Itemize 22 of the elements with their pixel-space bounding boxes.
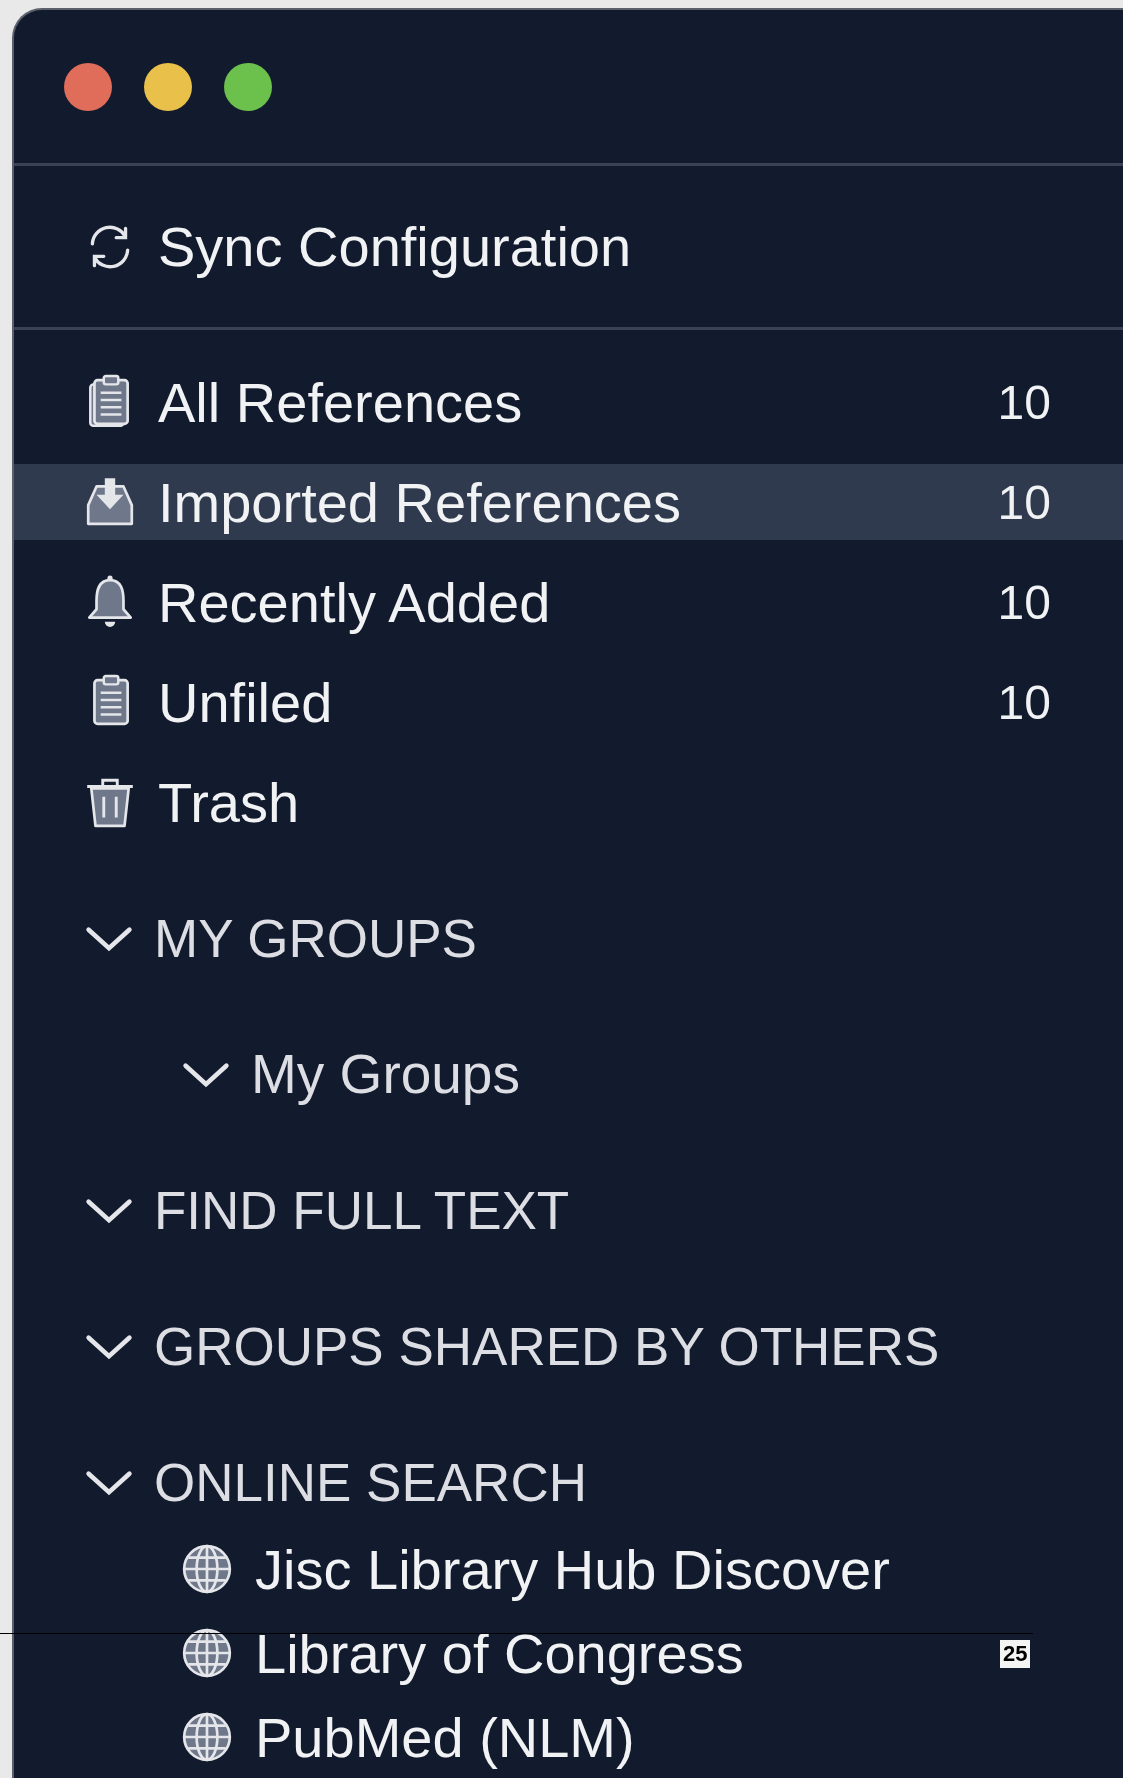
sidebar-item[interactable]: Unfiled 10 xyxy=(14,664,1123,740)
sidebar-item[interactable]: Imported References 10 xyxy=(14,464,1123,540)
sync-item[interactable]: Sync Configuration xyxy=(14,208,704,285)
group-item[interactable]: My Groups xyxy=(14,1036,592,1112)
item-count: 10 xyxy=(997,574,1051,630)
sidebar-item[interactable]: Trash xyxy=(14,764,1123,840)
sidebar-item[interactable]: Recently Added 10 xyxy=(14,564,1123,640)
search-source-item[interactable]: PubMed (NLM) xyxy=(179,1702,645,1772)
section-header[interactable]: FIND FULL TEXT xyxy=(14,1172,1123,1248)
window-control[interactable] xyxy=(64,62,112,111)
item-count: 10 xyxy=(997,674,1051,730)
section-header[interactable]: MY GROUPS xyxy=(14,900,1123,976)
window-control[interactable] xyxy=(224,62,272,111)
search-source-item[interactable]: Library of Congress xyxy=(179,1618,754,1688)
item-count: 10 xyxy=(997,374,1051,430)
page-number: 25 xyxy=(1000,1640,1031,1668)
section-header[interactable]: GROUPS SHARED BY OTHERS xyxy=(14,1308,1123,1384)
section-header[interactable]: ONLINE SEARCH xyxy=(14,1444,1123,1520)
search-source-item[interactable]: Jisc Library Hub Discover xyxy=(179,1534,900,1604)
sidebar-item[interactable]: All References 10 xyxy=(14,364,1123,440)
window-control[interactable] xyxy=(144,62,192,111)
item-count: 10 xyxy=(997,474,1051,530)
